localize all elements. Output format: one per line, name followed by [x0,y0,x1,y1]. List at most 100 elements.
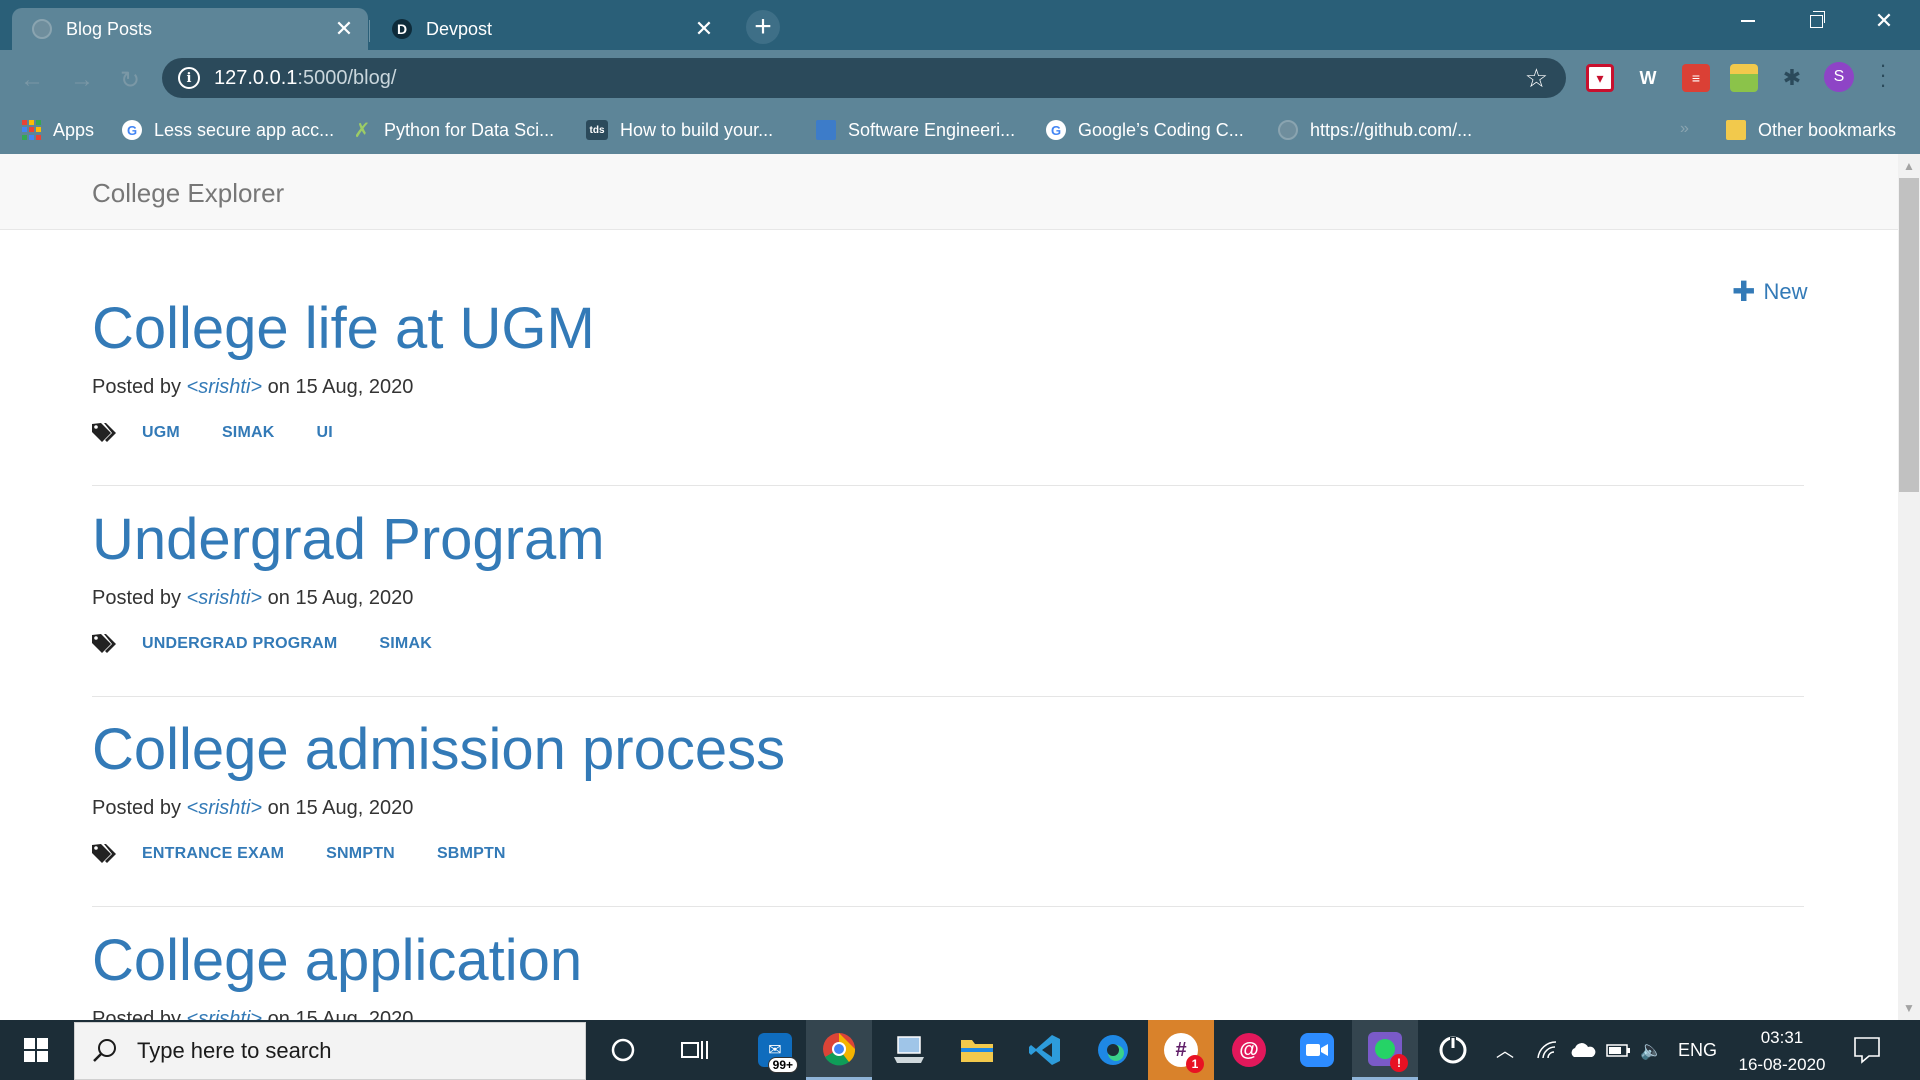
post-title-link[interactable]: Undergrad Program [92,507,605,572]
bookmark-software-engineering[interactable]: Software Engineeri... [816,106,1015,154]
forward-button[interactable]: → [66,64,98,96]
new-tab-button[interactable]: + [746,10,780,44]
battery-icon[interactable] [1606,1020,1632,1080]
taskbar-search-box[interactable]: Type here to search [74,1022,586,1080]
post-author-link[interactable]: <srishti> [187,797,263,819]
bookmark-how-to-build[interactable]: tds How to build your... [586,106,773,154]
edge-button[interactable] [1080,1020,1146,1080]
post-title-link[interactable]: College admission process [92,717,785,782]
task-view-icon [681,1041,708,1059]
debian-app-button[interactable]: @ [1216,1020,1282,1080]
puzzle-extension-icon[interactable]: ✱ [1778,64,1806,92]
google-icon: G [122,120,142,140]
tag-link[interactable]: ENTRANCE EXAM [142,845,284,863]
browser-menu-icon[interactable]: · · · [1878,54,1888,96]
system-clock[interactable]: 03:31 16-08-2020 [1730,1024,1834,1078]
site-navbar: College Explorer [0,154,1898,230]
slack-button[interactable]: #1 [1148,1020,1214,1080]
tag-link[interactable]: UI [317,424,333,442]
site-brand[interactable]: College Explorer [92,178,284,209]
bookmark-python-data-sci[interactable]: ✗ Python for Data Sci... [352,106,554,154]
scrollbar-thumb[interactable] [1899,178,1919,492]
pocket-extension-icon[interactable]: ▾ [1586,64,1614,92]
vscode-button[interactable] [1012,1020,1078,1080]
post-date: 15 Aug, 2020 [295,376,414,398]
w-extension-icon[interactable]: W [1634,64,1662,92]
zoom-button[interactable] [1284,1020,1350,1080]
post-date: 15 Aug, 2020 [295,587,414,609]
web-page: College Explorer ✚ New College life at U… [0,154,1898,1020]
url-host: 127.0.0.1 [214,66,298,89]
start-button[interactable] [0,1020,72,1080]
search-placeholder: Type here to search [137,1038,332,1063]
post-author-link[interactable]: <srishti> [187,587,263,609]
post-title-link[interactable]: College life at UGM [92,296,595,361]
show-hidden-icons[interactable]: ︿ [1496,1020,1514,1080]
post-meta: Posted by <srishti> on 15 Aug, 2020 [92,587,413,610]
bookmark-other[interactable]: Other bookmarks [1726,106,1896,154]
tags-icon [92,423,116,442]
tags-icon [92,634,116,653]
tag-link[interactable]: SIMAK [379,635,432,653]
grass-extension-icon[interactable] [1730,64,1758,92]
tags-icon [92,844,116,863]
post-tags: UGM SIMAK UI [92,422,375,444]
post-author-link[interactable]: <srishti> [187,376,263,398]
tab-blog-posts[interactable]: Blog Posts ✕ [12,8,368,50]
tag-link[interactable]: SBMPTN [437,845,506,863]
bookmark-label: How to build your... [620,119,774,140]
site-info-icon[interactable]: i [178,67,200,89]
minimize-button[interactable] [1714,0,1782,42]
bookmark-apps[interactable]: Apps [22,106,94,154]
post-item: College admission process Posted by <sri… [92,721,1804,907]
posted-by-label: Posted by [92,1008,181,1020]
volume-icon[interactable]: 🔈 [1640,1020,1662,1080]
restore-button[interactable] [1782,0,1850,42]
close-window-button[interactable]: ✕ [1850,0,1918,42]
power-app-button[interactable] [1420,1020,1486,1080]
tag-link[interactable]: UGM [142,424,180,442]
reload-button[interactable]: ↻ [114,64,146,96]
language-indicator[interactable]: ENG [1678,1020,1717,1080]
alert-badge: ! [1390,1053,1408,1072]
mail-app-button[interactable]: ✉ 99+ [742,1020,808,1080]
bookmark-label: Less secure app acc... [154,119,335,140]
bookmark-github[interactable]: https://github.com/... [1278,106,1472,154]
url-text[interactable]: 127.0.0.1:5000/blog/ [214,67,1525,90]
on-label: on [267,376,290,398]
back-button[interactable]: ← [16,64,48,96]
whatsapp-button[interactable]: ! [1352,1020,1418,1080]
slack-icon: #1 [1164,1033,1204,1073]
post-author-link[interactable]: <srishti> [187,1008,263,1020]
vscode-icon [1028,1033,1062,1067]
windows-logo-icon [24,1038,48,1062]
cortana-button[interactable] [590,1020,656,1080]
bookmark-google-coding[interactable]: G Google’s Coding C... [1046,106,1244,154]
bookmark-star-icon[interactable]: ☆ [1525,63,1548,94]
globe-icon [32,19,52,39]
action-center-icon[interactable] [1852,1034,1882,1064]
chrome-app-button[interactable] [806,1020,872,1080]
bookmark-less-secure[interactable]: G Less secure app acc... [122,106,334,154]
cortana-icon [611,1038,635,1062]
close-tab-icon[interactable]: ✕ [330,15,358,43]
todoist-extension-icon[interactable]: ≡ [1682,64,1710,92]
tab-devpost[interactable]: D Devpost ✕ [372,8,728,50]
tag-link[interactable]: UNDERGRAD PROGRAM [142,635,337,653]
address-bar[interactable]: i 127.0.0.1:5000/blog/ ☆ [162,58,1566,98]
profile-avatar[interactable]: S [1824,62,1854,92]
close-tab-icon[interactable]: ✕ [690,15,718,43]
bookmarks-overflow-chevron[interactable]: » [1680,120,1689,138]
wifi-icon[interactable] [1536,1020,1560,1080]
file-explorer-button[interactable] [944,1020,1010,1080]
post-title-link[interactable]: College application [92,928,582,993]
onedrive-icon[interactable] [1568,1020,1596,1080]
task-view-button[interactable] [662,1020,728,1080]
labs-icon [816,120,836,140]
laptop-app-button[interactable] [876,1020,942,1080]
apps-grid-icon [22,120,41,140]
scroll-up-arrow[interactable]: ▲ [1898,156,1920,176]
tag-link[interactable]: SNMPTN [326,845,395,863]
tag-link[interactable]: SIMAK [222,424,275,442]
scroll-down-arrow[interactable]: ▼ [1898,998,1920,1018]
